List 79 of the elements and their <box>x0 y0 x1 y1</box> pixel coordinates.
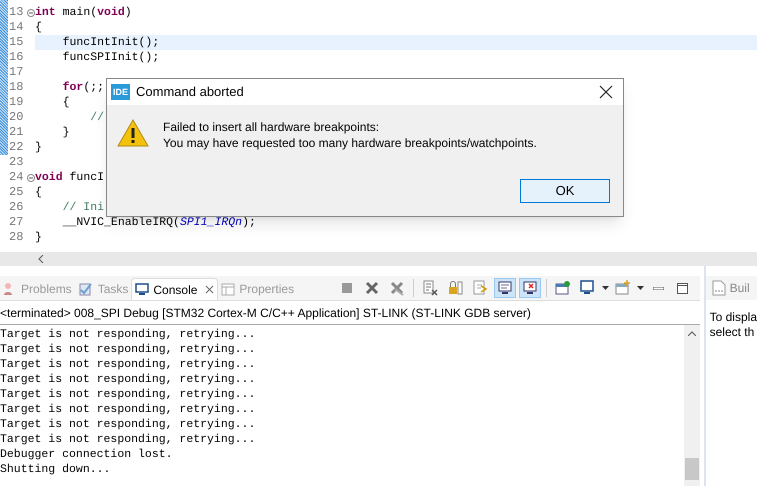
view-tab[interactable]: Properties <box>218 278 298 300</box>
console-line: Target is not responding, retrying... <box>0 387 256 402</box>
line-number: 13 <box>9 7 24 18</box>
console-error-button[interactable] <box>518 278 541 298</box>
dialog-message: Failed to insert all hardware breakpoints: <box>163 119 380 135</box>
line-number: 18 <box>9 82 24 93</box>
code-line: __NVIC_EnableIRQ(SPI1_IRQn); <box>62 217 256 228</box>
line-number: 27 <box>9 217 24 228</box>
line-number: 17 <box>9 67 24 78</box>
code-line: for(;; <box>62 82 104 93</box>
close-icon[interactable] <box>599 85 613 99</box>
dialog-title: Command aborted <box>136 83 244 102</box>
scroll-up-icon[interactable] <box>688 331 696 336</box>
console-monitor-icon <box>496 280 513 296</box>
code-line: } <box>35 232 42 243</box>
app-logo: IDE <box>111 84 130 100</box>
warning-icon <box>117 119 149 147</box>
dropdown-caret-icon[interactable] <box>636 286 644 290</box>
line-number: 25 <box>9 187 24 198</box>
console-line: Shutting down... <box>0 462 110 477</box>
line-number: 19 <box>9 97 24 108</box>
line-number: 26 <box>9 202 24 213</box>
code-line: funcIntInit(); <box>62 37 160 48</box>
panel-text: To displa <box>710 310 757 325</box>
code-line: { <box>35 22 42 33</box>
line-number: 28 <box>9 232 24 243</box>
scroll-left-icon[interactable] <box>38 255 44 263</box>
line-number: 20 <box>9 112 24 123</box>
line-number: 15 <box>9 37 24 48</box>
console-line: Target is not responding, retrying... <box>0 402 256 417</box>
console-line: Debugger connection lost. <box>0 447 173 462</box>
line-number: 14 <box>9 22 24 33</box>
panel-text: select th <box>710 325 754 340</box>
dialog-message: You may have requested too many hardware breakpoints/watchpoints. <box>163 135 537 151</box>
collapse-icon[interactable] <box>27 8 35 16</box>
console-line: Target is not responding, retrying... <box>0 342 256 357</box>
close-all-icon <box>388 280 405 296</box>
console-monitor-button[interactable] <box>494 278 516 298</box>
table-icon <box>221 282 236 296</box>
console-line: Target is not responding, retrying... <box>0 417 256 432</box>
code-line: // <box>89 112 104 123</box>
document-clear-icon <box>422 280 438 296</box>
code-line: funcSPIInit(); <box>62 52 160 63</box>
scrollbar-thumb[interactable] <box>684 458 699 480</box>
console-line: Target is not responding, retrying... <box>0 357 256 372</box>
view-tab[interactable]: Problems <box>0 278 75 300</box>
console-error-icon <box>522 280 538 296</box>
line-number: 24 <box>9 172 24 183</box>
code-line: int main(void) <box>35 7 132 18</box>
line-number: 22 <box>9 142 24 153</box>
view-tab[interactable]: Console <box>131 278 218 300</box>
code-line: // Ini <box>62 202 104 213</box>
code-line: } <box>62 127 70 138</box>
line-number: 21 <box>9 127 24 138</box>
console-line: Target is not responding, retrying... <box>0 432 256 447</box>
ok-button[interactable]: OK <box>520 179 610 203</box>
code-line: { <box>35 187 42 198</box>
console-line: Target is not responding, retrying... <box>0 372 256 387</box>
monitor-icon <box>135 283 150 296</box>
new-window-icon <box>614 280 631 296</box>
console-line: Target is not responding, retrying... <box>0 327 256 342</box>
tasks-icon <box>78 282 94 296</box>
document-arrow-icon <box>472 280 488 296</box>
console-header: <terminated> 008_SPI Debug [STM32 Cortex-M C/C++ Application] ST-LINK (ST-LINK GDB server) <box>0 304 531 322</box>
vertical-scrollbar[interactable] <box>684 325 700 486</box>
maximize-icon[interactable] <box>676 282 688 294</box>
line-number: 23 <box>9 157 24 168</box>
code-line: { <box>62 97 70 108</box>
code-line: } <box>35 142 42 153</box>
dropdown-caret-icon[interactable] <box>602 286 609 290</box>
line-number: 16 <box>9 52 24 63</box>
code-line: void funcI <box>35 172 104 183</box>
minimize-icon[interactable] <box>652 286 664 290</box>
horizontal-scrollbar[interactable] <box>0 252 757 266</box>
view-tab[interactable]: Tasks <box>74 278 132 300</box>
collapse-icon[interactable] <box>27 174 35 182</box>
padlock-icon <box>446 280 463 296</box>
close-icon <box>364 280 380 296</box>
monitor-icon <box>580 280 596 296</box>
